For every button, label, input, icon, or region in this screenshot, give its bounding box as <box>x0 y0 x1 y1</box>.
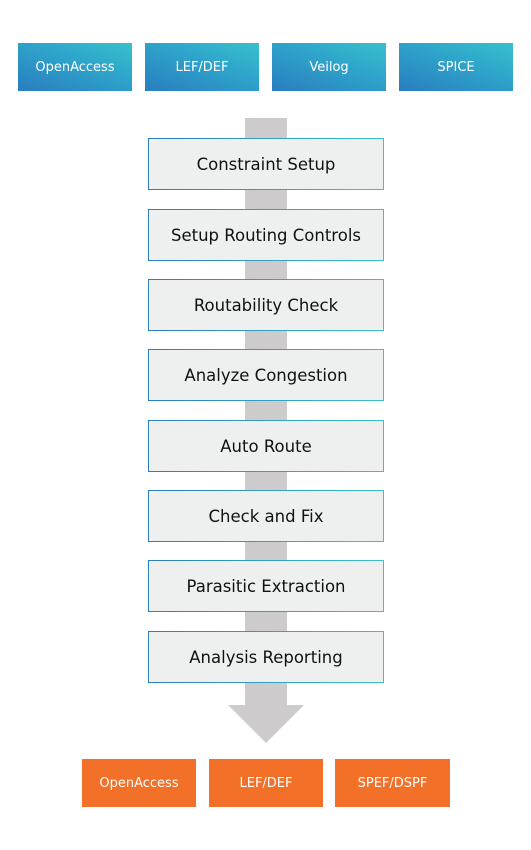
input-box-spice: SPICE <box>399 43 513 91</box>
step-auto-route: Auto Route <box>148 420 384 472</box>
input-box-lef-def: LEF/DEF <box>145 43 259 91</box>
output-box-openaccess: OpenAccess <box>82 759 196 807</box>
output-box-lef-def: LEF/DEF <box>209 759 323 807</box>
step-routability-check: Routability Check <box>148 279 384 331</box>
output-box-spef-dspf: SPEF/DSPF <box>335 759 450 807</box>
step-constraint-setup: Constraint Setup <box>148 138 384 190</box>
step-analyze-congestion: Analyze Congestion <box>148 349 384 401</box>
input-box-verilog: Veilog <box>272 43 386 91</box>
flow-arrow-head <box>228 705 304 743</box>
input-box-openaccess: OpenAccess <box>18 43 132 91</box>
step-parasitic-extraction: Parasitic Extraction <box>148 560 384 612</box>
step-analysis-reporting: Analysis Reporting <box>148 631 384 683</box>
step-setup-routing-controls: Setup Routing Controls <box>148 209 384 261</box>
step-check-and-fix: Check and Fix <box>148 490 384 542</box>
flow-arrow-shaft <box>245 118 287 708</box>
